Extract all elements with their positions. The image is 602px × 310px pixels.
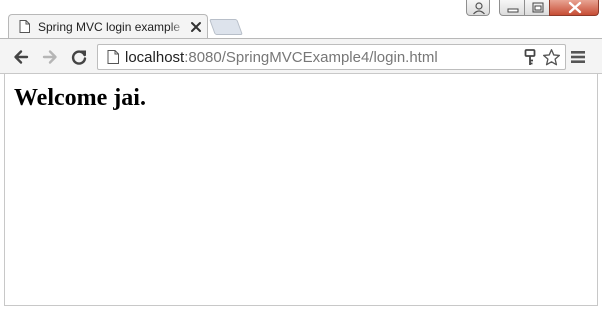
minimize-icon	[507, 8, 519, 13]
hamburger-menu-icon[interactable]	[571, 50, 585, 64]
title-bar: Spring MVC login example	[0, 0, 602, 38]
tab-title-fade	[169, 18, 187, 36]
page-content: Welcome jai.	[4, 74, 598, 306]
browser-window: Spring MVC login example localhost:8080/…	[0, 0, 602, 310]
close-icon[interactable]	[190, 21, 202, 33]
minimize-button[interactable]	[499, 0, 525, 16]
browser-toolbar: localhost:8080/SpringMVCExample4/login.h…	[0, 38, 602, 74]
close-icon	[568, 1, 582, 14]
maximize-button[interactable]	[524, 0, 550, 16]
document-icon	[19, 20, 30, 33]
new-tab-button[interactable]	[209, 19, 243, 35]
tab-title: Spring MVC login example	[38, 20, 181, 34]
close-window-button[interactable]	[549, 0, 599, 16]
reload-icon[interactable]	[70, 48, 88, 66]
star-icon[interactable]	[542, 48, 561, 67]
document-icon	[107, 50, 119, 64]
url-host: localhost	[125, 49, 185, 66]
arrow-right-icon[interactable]	[41, 48, 59, 66]
address-bar[interactable]: localhost:8080/SpringMVCExample4/login.h…	[97, 44, 566, 70]
maximize-icon	[532, 2, 544, 13]
key-icon[interactable]	[524, 49, 536, 67]
user-button[interactable]	[466, 0, 490, 16]
welcome-heading: Welcome jai.	[14, 85, 146, 111]
browser-tab[interactable]: Spring MVC login example	[8, 14, 208, 38]
url-path: :8080/SpringMVCExample4/login.html	[184, 49, 438, 66]
user-icon	[473, 2, 485, 15]
arrow-left-icon[interactable]	[12, 48, 30, 66]
url-text[interactable]: localhost:8080/SpringMVCExample4/login.h…	[125, 48, 438, 68]
